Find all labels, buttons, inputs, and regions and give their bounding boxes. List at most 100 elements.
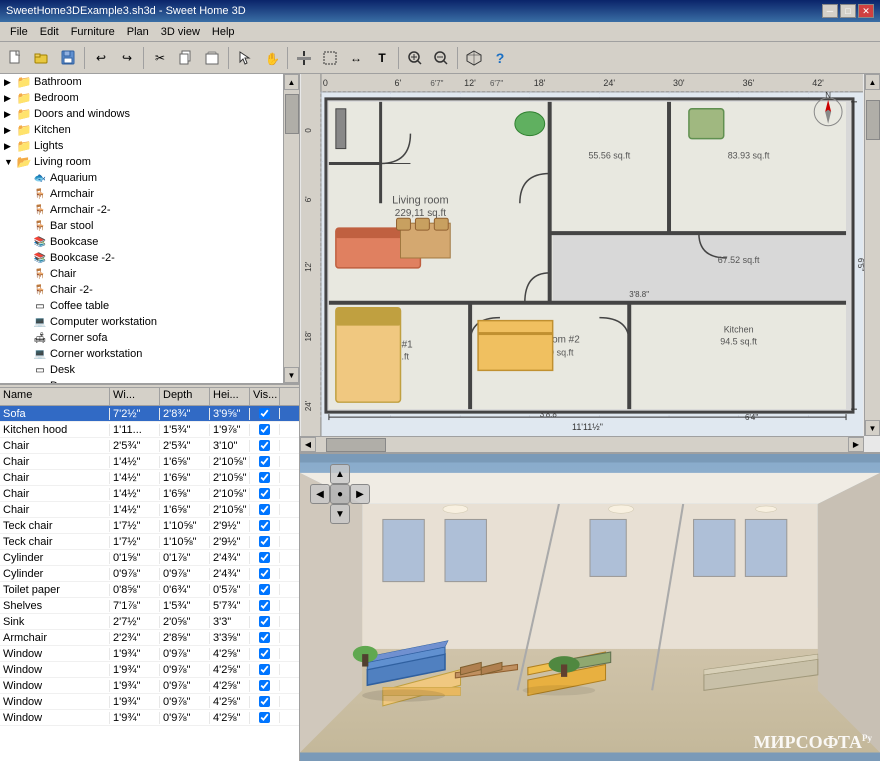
visible-checkbox[interactable]	[259, 456, 270, 467]
add-room-button[interactable]	[318, 46, 342, 70]
tree-item-dresser[interactable]: ▭ Dresser	[0, 378, 299, 383]
zoom-out-button[interactable]	[429, 46, 453, 70]
tree-category-bedroom[interactable]: ▶ 📁 Bedroom	[0, 90, 299, 106]
scroll-up-btn[interactable]: ▲	[284, 74, 299, 90]
pan-button[interactable]: ✋	[259, 46, 283, 70]
menu-help[interactable]: Help	[206, 24, 241, 40]
add-wall-button[interactable]	[292, 46, 316, 70]
tree-category-living[interactable]: ▼ 📂 Living room	[0, 154, 299, 170]
add-text-button[interactable]: T	[370, 46, 394, 70]
cell-visible[interactable]	[250, 664, 280, 675]
table-row[interactable]: Window 1'9¾" 0'9⅞" 4'2⅝"	[0, 662, 299, 678]
table-row[interactable]: Sink 2'7½" 2'0⅝" 3'3"	[0, 614, 299, 630]
expand-bathroom[interactable]: ▶	[4, 77, 16, 88]
cell-visible[interactable]	[250, 616, 280, 627]
zoom-in-button[interactable]	[403, 46, 427, 70]
cell-visible[interactable]	[250, 472, 280, 483]
menu-furniture[interactable]: Furniture	[65, 24, 121, 40]
tree-item-armchair[interactable]: 🪑 Armchair	[0, 186, 299, 202]
table-row[interactable]: Armchair 2'2¾" 2'8⅝" 3'3⅝"	[0, 630, 299, 646]
expand-kitchen[interactable]: ▶	[4, 125, 16, 136]
table-row[interactable]: Cylinder 0'1⅝" 0'1⅞" 2'4¾"	[0, 550, 299, 566]
close-button[interactable]: ✕	[858, 4, 874, 18]
table-row[interactable]: Sofa 7'2½" 2'8¾" 3'9⅝"	[0, 406, 299, 422]
tree-item-chair2[interactable]: 🪑 Chair -2-	[0, 282, 299, 298]
tree-item-armchair2[interactable]: 🪑 Armchair -2-	[0, 202, 299, 218]
visible-checkbox[interactable]	[259, 536, 270, 547]
tree-item-chair[interactable]: 🪑 Chair	[0, 266, 299, 282]
cell-visible[interactable]	[250, 584, 280, 595]
new-button[interactable]	[4, 46, 28, 70]
floorplan-scrollbar-v[interactable]: ▲ ▼	[864, 74, 880, 436]
3d-view[interactable]: ▲ ▼ ◀ ▶ ● МИРСОФТАРу	[300, 454, 880, 761]
tree-category-doors[interactable]: ▶ 📁 Doors and windows	[0, 106, 299, 122]
menu-plan[interactable]: Plan	[121, 24, 155, 40]
visible-checkbox[interactable]	[259, 424, 270, 435]
paste-button[interactable]	[200, 46, 224, 70]
scroll-thumb-v[interactable]	[285, 94, 299, 134]
col-header-width[interactable]: Wi...	[110, 388, 160, 405]
visible-checkbox[interactable]	[259, 616, 270, 627]
add-dimension-button[interactable]: ↔	[344, 46, 368, 70]
table-row[interactable]: Chair 2'5¾" 2'5¾" 3'10"	[0, 438, 299, 454]
menu-edit[interactable]: Edit	[34, 24, 65, 40]
undo-button[interactable]: ↩	[89, 46, 113, 70]
cell-visible[interactable]	[250, 536, 280, 547]
visible-checkbox[interactable]	[259, 680, 270, 691]
visible-checkbox[interactable]	[259, 696, 270, 707]
cut-button[interactable]: ✂	[148, 46, 172, 70]
open-button[interactable]	[30, 46, 54, 70]
cell-visible[interactable]	[250, 440, 280, 451]
nav-down-button[interactable]: ▼	[330, 504, 350, 524]
col-header-height[interactable]: Hei...	[210, 388, 250, 405]
tree-item-desk[interactable]: ▭ Desk	[0, 362, 299, 378]
fp-scroll-thumb-h[interactable]	[326, 438, 386, 452]
nav-up-button[interactable]: ▲	[330, 464, 350, 484]
table-row[interactable]: Teck chair 1'7½" 1'10⅝" 2'9½"	[0, 518, 299, 534]
table-row[interactable]: Chair 1'4½" 1'6⅝" 2'10⅝"	[0, 486, 299, 502]
nav-left-button[interactable]: ◀	[310, 484, 330, 504]
fp-scroll-down[interactable]: ▼	[865, 420, 880, 436]
visible-checkbox[interactable]	[259, 568, 270, 579]
cell-visible[interactable]	[250, 648, 280, 659]
fp-scroll-right[interactable]: ▶	[848, 437, 864, 452]
visible-checkbox[interactable]	[259, 632, 270, 643]
tree-item-cornerws[interactable]: 💻 Corner workstation	[0, 346, 299, 362]
table-row[interactable]: Chair 1'4½" 1'6⅝" 2'10⅝"	[0, 502, 299, 518]
visible-checkbox[interactable]	[259, 440, 270, 451]
table-row[interactable]: Kitchen hood 1'11... 1'5¾" 1'9⅞"	[0, 422, 299, 438]
copy-button[interactable]	[174, 46, 198, 70]
col-header-name[interactable]: Name	[0, 388, 110, 405]
redo-button[interactable]: ↪	[115, 46, 139, 70]
visible-checkbox[interactable]	[259, 712, 270, 723]
table-row[interactable]: Shelves 7'1⅞" 1'5¾" 5'7¾"	[0, 598, 299, 614]
cell-visible[interactable]	[250, 632, 280, 643]
cell-visible[interactable]	[250, 504, 280, 515]
floorplan-scrollbar-h[interactable]: ◀ ▶	[300, 436, 864, 452]
cell-visible[interactable]	[250, 488, 280, 499]
cell-visible[interactable]	[250, 696, 280, 707]
expand-doors[interactable]: ▶	[4, 109, 16, 120]
tree-item-coffeetable[interactable]: ▭ Coffee table	[0, 298, 299, 314]
tree-scrollbar-v[interactable]: ▲ ▼	[283, 74, 299, 383]
cell-visible[interactable]	[250, 424, 280, 435]
visible-checkbox[interactable]	[259, 552, 270, 563]
cell-visible[interactable]	[250, 600, 280, 611]
cell-visible[interactable]	[250, 552, 280, 563]
table-row[interactable]: Chair 1'4½" 1'6⅝" 2'10⅝"	[0, 470, 299, 486]
col-header-visible[interactable]: Vis...	[250, 388, 280, 405]
tree-item-barstool[interactable]: 🪑 Bar stool	[0, 218, 299, 234]
table-row[interactable]: Teck chair 1'7½" 1'10⅝" 2'9½"	[0, 534, 299, 550]
cell-visible[interactable]	[250, 408, 280, 419]
cell-visible[interactable]	[250, 520, 280, 531]
table-row[interactable]: Window 1'9¾" 0'9⅞" 4'2⅝"	[0, 694, 299, 710]
visible-checkbox[interactable]	[259, 520, 270, 531]
tree-category-kitchen[interactable]: ▶ 📁 Kitchen	[0, 122, 299, 138]
save-button[interactable]	[56, 46, 80, 70]
expand-lights[interactable]: ▶	[4, 141, 16, 152]
visible-checkbox[interactable]	[259, 488, 270, 499]
furniture-table-body[interactable]: Sofa 7'2½" 2'8¾" 3'9⅝" Kitchen hood 1'11…	[0, 406, 299, 761]
visible-checkbox[interactable]	[259, 648, 270, 659]
table-row[interactable]: Toilet paper 0'8⅝" 0'6¾" 0'5⅞"	[0, 582, 299, 598]
visible-checkbox[interactable]	[259, 584, 270, 595]
